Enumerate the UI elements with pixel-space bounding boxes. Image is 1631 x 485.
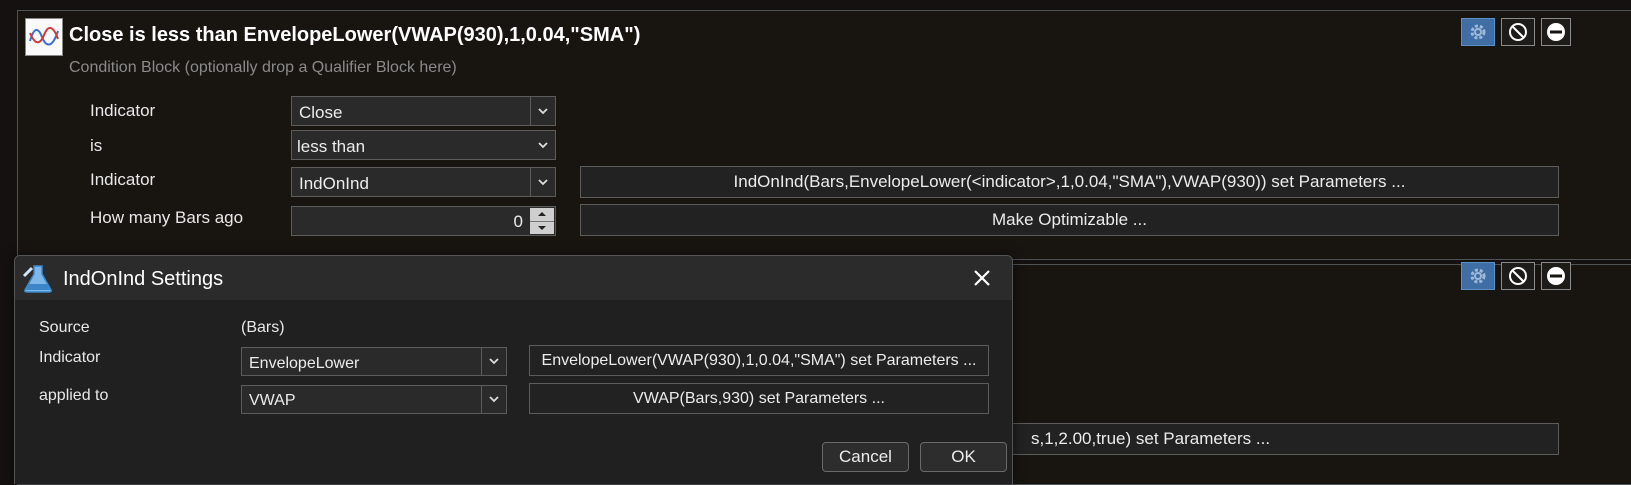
disable-icon (1509, 267, 1527, 285)
make-optimizable-button[interactable]: Make Optimizable ... (580, 204, 1559, 236)
dialog-indicator-select[interactable]: EnvelopeLower (241, 347, 507, 376)
bars-ago-stepper[interactable]: 0 (291, 206, 556, 236)
chevron-down-icon (530, 97, 555, 125)
chevron-down-icon (530, 168, 555, 196)
chevron-down-icon (481, 386, 506, 413)
row-label-is: is (90, 136, 103, 155)
disable-button[interactable] (1501, 18, 1535, 46)
dialog-title: IndOnInd Settings (63, 268, 224, 290)
envelope-parameters-button[interactable]: EnvelopeLower(VWAP(930),1,0.04,"SMA") se… (529, 345, 989, 376)
indicator-label: Indicator (39, 349, 101, 366)
indicator-2-select[interactable]: IndOnInd (291, 167, 556, 197)
indicator-2-select-value: IndOnInd (299, 174, 369, 193)
settings-button[interactable] (1461, 18, 1495, 46)
gear-icon (1470, 24, 1486, 40)
indonind-settings-dialog: IndOnInd Settings Source (Bars) Indicato… (14, 255, 1013, 484)
applied-to-label: applied to (39, 387, 109, 404)
settings-button-2[interactable] (1461, 262, 1495, 290)
row-label-indicator-2: Indicator (90, 170, 156, 189)
ok-button[interactable]: OK (920, 442, 1007, 472)
close-icon[interactable] (967, 265, 997, 291)
flask-icon (22, 264, 54, 299)
indicator-select[interactable]: Close (291, 96, 556, 126)
remove-icon (1547, 23, 1565, 41)
remove-button-2[interactable] (1541, 262, 1571, 290)
disable-icon (1509, 23, 1527, 41)
remove-icon (1547, 267, 1565, 285)
disable-button-2[interactable] (1501, 262, 1535, 290)
gear-icon (1470, 268, 1486, 284)
indicator-chart-icon (25, 18, 63, 56)
vwap-parameters-button[interactable]: VWAP(Bars,930) set Parameters ... (529, 383, 989, 414)
chevron-down-icon (531, 131, 555, 159)
applied-to-value: VWAP (249, 392, 296, 409)
indonind-parameters-button[interactable]: IndOnInd(Bars,EnvelopeLower(<indicator>,… (580, 166, 1559, 198)
block-subtitle: Condition Block (optionally drop a Quali… (69, 59, 457, 76)
dialog-indicator-value: EnvelopeLower (249, 355, 360, 372)
chevron-down-icon (481, 348, 506, 375)
condition-block: Close is less than EnvelopeLower(VWAP(93… (17, 10, 1631, 260)
cancel-button[interactable]: Cancel (822, 442, 909, 472)
indicator-select-value: Close (299, 103, 343, 122)
applied-to-select[interactable]: VWAP (241, 385, 507, 414)
decrement-button[interactable] (530, 220, 554, 235)
source-value: (Bars) (241, 319, 285, 336)
remove-button[interactable] (1541, 18, 1571, 46)
row-label-bars-ago: How many Bars ago (90, 208, 244, 227)
row-label-indicator: Indicator (90, 101, 156, 120)
bars-ago-value: 0 (513, 212, 523, 231)
dialog-titlebar[interactable]: IndOnInd Settings (15, 256, 1012, 300)
block-title: Close is less than EnvelopeLower(VWAP(93… (69, 24, 641, 46)
comparison-select[interactable]: less than (291, 130, 556, 160)
increment-button[interactable] (530, 208, 554, 221)
source-label: Source (39, 319, 90, 336)
comparison-select-value: less than (297, 137, 366, 156)
